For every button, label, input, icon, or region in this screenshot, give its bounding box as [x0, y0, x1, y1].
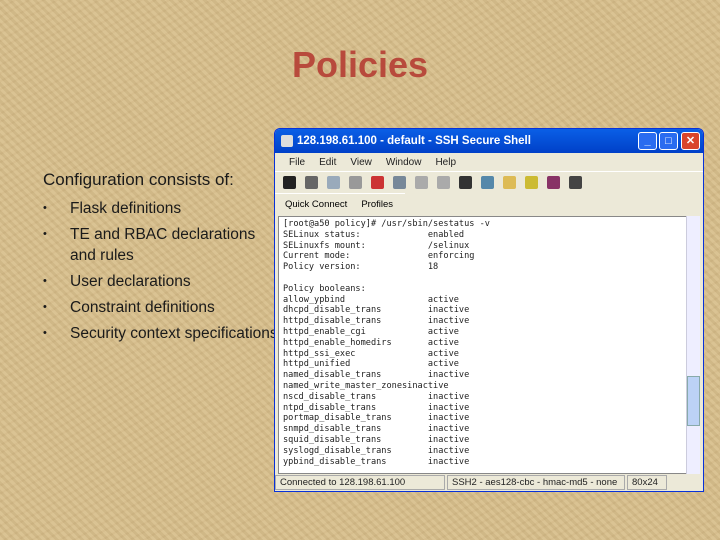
- help-book-icon[interactable]: [547, 176, 560, 189]
- print-icon[interactable]: [305, 176, 318, 189]
- bullet-text: Security context specifications.: [70, 325, 282, 342]
- menu-edit[interactable]: Edit: [319, 157, 336, 168]
- slide-title: Policies: [291, 44, 429, 85]
- copy-icon[interactable]: [393, 176, 406, 189]
- menu-window[interactable]: Window: [386, 157, 422, 168]
- terminal-line: named_disable_trans inactive: [283, 370, 470, 381]
- terminal-output[interactable]: [root@a50 policy]# /usr/sbin/sestatus -v…: [278, 216, 688, 474]
- app-icon: [281, 135, 293, 147]
- bullet-text: TE and RBAC declarations and rules: [70, 226, 256, 264]
- bullet-text: Flask definitions: [70, 200, 182, 217]
- terminal-line: httpd_enable_cgi active: [283, 326, 459, 337]
- bullet-item: • Flask definitions: [43, 200, 182, 217]
- menu-bar: File Edit View Window Help: [275, 153, 703, 171]
- connection-status: Connected to 128.198.61.100: [275, 474, 445, 490]
- new-file-transfer-icon[interactable]: [481, 176, 494, 189]
- terminal-line: nscd_disable_trans inactive: [283, 391, 470, 402]
- profiles-button[interactable]: Profiles: [361, 199, 393, 210]
- terminal-line: Policy booleans:: [283, 283, 366, 294]
- menu-help[interactable]: Help: [435, 157, 456, 168]
- bullet-list: • Flask definitions • TE and RBAC declarat…: [43, 198, 283, 349]
- cipher-status: SSH2 - aes128-cbc - hmac-md5 - none: [447, 474, 625, 490]
- context-help-icon[interactable]: [569, 176, 582, 189]
- bullet-item: • TE and RBAC declarations and rules: [43, 226, 256, 264]
- folder-icon[interactable]: [503, 176, 516, 189]
- window-title: 128.198.61.100 - default - SSH Secure Sh…: [297, 135, 531, 147]
- connect-icon[interactable]: [349, 176, 362, 189]
- terminal-line: [root@a50 policy]# /usr/sbin/sestatus -v: [283, 219, 490, 229]
- terminal-line: portmap_disable_trans inactive: [283, 413, 470, 424]
- settings-icon[interactable]: [525, 176, 538, 189]
- terminal-line: snmpd_disable_trans inactive: [283, 424, 470, 435]
- intro-text: Configuration consists of:: [43, 170, 234, 189]
- quick-bar: Quick Connect Profiles: [275, 193, 405, 215]
- menu-view[interactable]: View: [350, 157, 372, 168]
- terminal-line: httpd_unified active: [283, 359, 459, 370]
- title-bar: 128.198.61.100 - default - SSH Secure Sh…: [275, 129, 703, 153]
- terminal-line: named_write_master_zonesinactive: [283, 380, 449, 391]
- bullet-item: • Constraint definitions: [43, 299, 215, 316]
- terminal-line: SELinuxfs mount: /selinux: [283, 240, 470, 251]
- menu-file[interactable]: File: [289, 157, 305, 168]
- toolbar: [275, 171, 703, 193]
- paste-icon[interactable]: [415, 176, 428, 189]
- terminal-line: httpd_ssi_exec active: [283, 348, 459, 359]
- terminal-line: ypbind_disable_trans inactive: [283, 456, 470, 467]
- terminal-line: squid_disable_trans inactive: [283, 434, 470, 445]
- bullet-text: User declarations: [70, 273, 191, 290]
- quick-connect-button[interactable]: Quick Connect: [285, 199, 347, 210]
- minimize-button[interactable]: _: [638, 132, 657, 150]
- status-bar: Connected to 128.198.61.100 SSH2 - aes12…: [275, 473, 703, 491]
- print-preview-icon[interactable]: [327, 176, 340, 189]
- terminal-line: httpd_disable_trans inactive: [283, 316, 470, 327]
- close-button[interactable]: ✕: [681, 132, 700, 150]
- terminal-line: dhcpd_disable_trans inactive: [283, 305, 470, 316]
- disconnect-icon[interactable]: [371, 176, 384, 189]
- find-icon[interactable]: [459, 176, 472, 189]
- terminal-line: Current mode: enforcing: [283, 251, 475, 262]
- bullet-item: • User declarations: [43, 273, 191, 290]
- terminal-line: Policy version: 18: [283, 262, 439, 273]
- ssh-window: 128.198.61.100 - default - SSH Secure Sh…: [274, 128, 704, 492]
- bullet-item: • Security context specifications.: [43, 325, 282, 342]
- terminal-line: SELinux status: enabled: [283, 229, 465, 240]
- bullet-text: Constraint definitions: [70, 299, 215, 316]
- terminal-line: ntpd_disable_trans inactive: [283, 402, 470, 413]
- scrollbar-thumb[interactable]: [687, 376, 700, 426]
- terminal-size: 80x24: [627, 474, 667, 490]
- terminal-line: syslogd_disable_trans inactive: [283, 445, 470, 456]
- save-icon[interactable]: [283, 176, 296, 189]
- paste-special-icon[interactable]: [437, 176, 450, 189]
- terminal-line: httpd_enable_homedirs active: [283, 337, 459, 348]
- maximize-button[interactable]: □: [659, 132, 678, 150]
- terminal-line: allow_ypbind active: [283, 294, 459, 305]
- scrollbar[interactable]: [686, 216, 700, 474]
